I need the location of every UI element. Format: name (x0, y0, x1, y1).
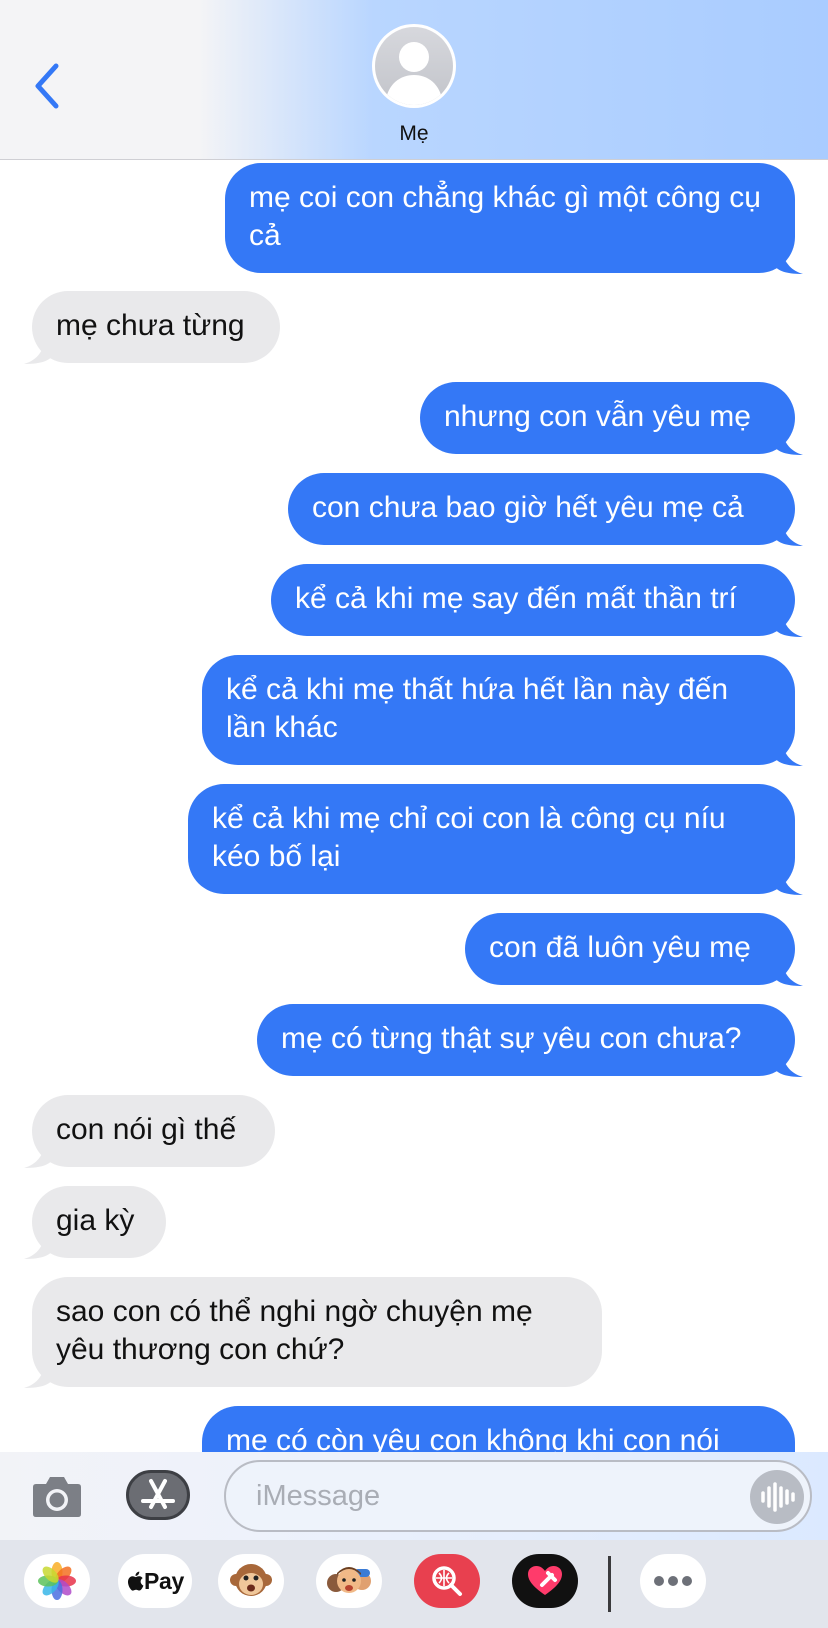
apple-logo-icon (127, 1571, 144, 1591)
message-text: mẹ chưa từng (56, 309, 245, 342)
input-placeholder: iMessage (256, 1480, 381, 1512)
message-text: kể cả khi mẹ thất hứa hết lần này đến lầ… (226, 673, 729, 744)
message-text: con đã luôn yêu mẹ (489, 931, 751, 964)
bubble-tail (24, 1140, 52, 1168)
monkey-animoji-icon (230, 1564, 272, 1596)
contact-name[interactable]: Mẹ (0, 122, 828, 146)
message-text: con chưa bao giờ hết yêu mẹ cả (312, 491, 744, 524)
bubble-tail (775, 518, 803, 546)
bubble-tail (775, 246, 803, 274)
image-search-icon (432, 1566, 462, 1596)
incoming-message[interactable]: sao con có thể nghi ngờ chuyện mẹ yêu th… (24, 1277, 602, 1388)
incoming-message[interactable]: gia kỳ (24, 1186, 166, 1259)
compose-bar: iMessage (0, 1452, 828, 1540)
animoji-button[interactable] (218, 1554, 284, 1608)
message-list[interactable]: mẹ coi con chẳng khác gì một công cụ cả … (0, 160, 828, 1452)
bubble-tail (775, 609, 803, 637)
photos-icon (38, 1562, 76, 1600)
digital-touch-button[interactable] (512, 1554, 578, 1608)
ellipsis-icon (654, 1576, 692, 1586)
outgoing-message[interactable]: kể cả khi mẹ thất hứa hết lần này đến lầ… (202, 655, 803, 766)
incoming-message[interactable]: mẹ chưa từng (24, 291, 280, 364)
bubble-tail (775, 958, 803, 986)
bubble-tail (24, 1231, 52, 1259)
bubble-tail (24, 1360, 52, 1388)
audio-message-button[interactable] (750, 1470, 804, 1524)
outgoing-message[interactable]: kể cả khi mẹ chỉ coi con là công cụ níu … (188, 784, 803, 895)
more-apps-button[interactable] (640, 1554, 706, 1608)
imessage-input[interactable]: iMessage (224, 1460, 812, 1532)
outgoing-message[interactable]: con chưa bao giờ hết yêu mẹ cả (288, 473, 803, 546)
camera-button[interactable] (30, 1472, 84, 1520)
person-silhouette-icon (385, 42, 443, 105)
app-drawer: Pay (0, 1540, 828, 1628)
back-button[interactable] (28, 58, 68, 114)
app-store-button[interactable] (126, 1470, 190, 1520)
camera-icon (33, 1477, 81, 1517)
bubble-tail (24, 336, 52, 364)
image-search-button[interactable] (414, 1554, 480, 1608)
heart-touch-icon (528, 1566, 562, 1595)
apple-pay-label: Pay (143, 1567, 185, 1594)
bubble-tail (775, 867, 803, 895)
message-text: mẹ có còn yêu con không khi con nói (226, 1424, 720, 1452)
conversation-header: Mẹ (0, 0, 828, 160)
message-text: con nói gì thế (56, 1113, 237, 1146)
message-text: mẹ coi con chẳng khác gì một công cụ cả (249, 181, 761, 252)
message-text: nhưng con vẫn yêu mẹ (444, 400, 751, 433)
message-text: kể cả khi mẹ say đến mất thần trí (295, 582, 737, 615)
outgoing-message[interactable]: nhưng con vẫn yêu mẹ (420, 382, 803, 455)
message-text: sao con có thể nghi ngờ chuyện mẹ yêu th… (56, 1295, 533, 1366)
outgoing-message[interactable]: con đã luôn yêu mẹ (465, 913, 803, 986)
outgoing-message[interactable]: mẹ có còn yêu con không khi con nói (202, 1406, 795, 1452)
bubble-tail (775, 1049, 803, 1077)
message-text: mẹ có từng thật sự yêu con chưa? (281, 1022, 742, 1055)
photos-app-button[interactable] (24, 1554, 90, 1608)
bubble-tail (775, 427, 803, 455)
message-text: kể cả khi mẹ chỉ coi con là công cụ níu … (212, 802, 726, 873)
incoming-message[interactable]: con nói gì thế (24, 1095, 275, 1168)
outgoing-message[interactable]: kể cả khi mẹ say đến mất thần trí (271, 564, 803, 637)
apple-pay-button[interactable]: Pay (118, 1554, 192, 1608)
contact-avatar[interactable] (372, 24, 456, 108)
drawer-divider (608, 1556, 611, 1612)
memoji-icon (327, 1567, 371, 1593)
memoji-button[interactable] (316, 1554, 382, 1608)
waveform-icon (761, 1482, 795, 1512)
bubble-tail (775, 738, 803, 766)
message-text: gia kỳ (56, 1204, 135, 1237)
outgoing-message[interactable]: mẹ coi con chẳng khác gì một công cụ cả (225, 163, 803, 274)
chevron-left-icon (35, 63, 59, 109)
app-store-icon (141, 1479, 175, 1509)
outgoing-message[interactable]: mẹ có từng thật sự yêu con chưa? (257, 1004, 803, 1077)
